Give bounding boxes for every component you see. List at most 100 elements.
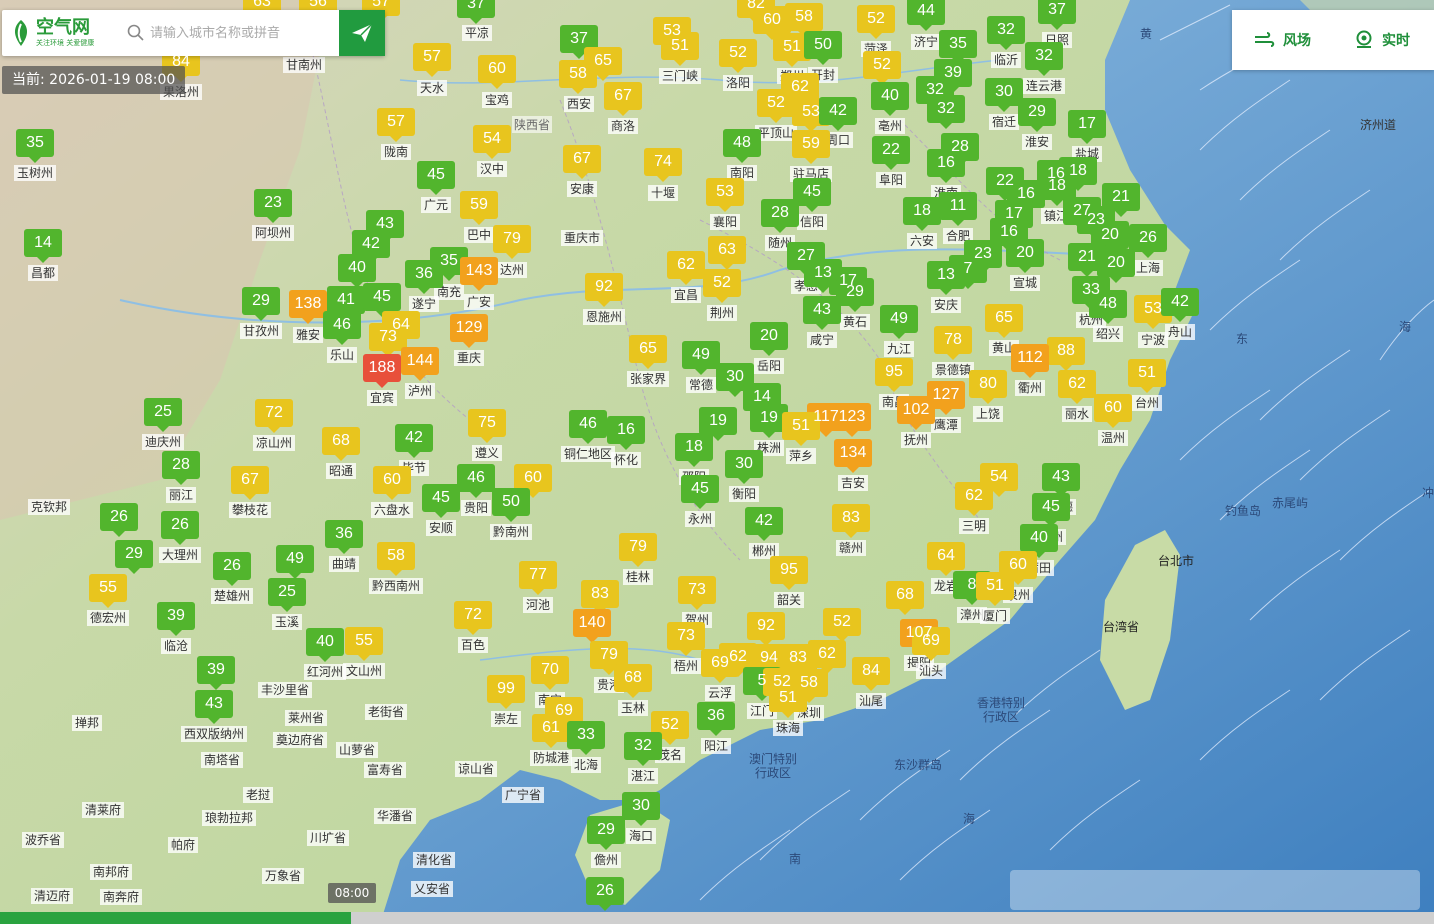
- aqi-marker[interactable]: 92: [585, 273, 623, 307]
- aqi-marker[interactable]: 40: [1020, 524, 1058, 558]
- city-search-input[interactable]: [146, 17, 332, 49]
- aqi-marker[interactable]: 23: [254, 189, 292, 223]
- aqi-marker[interactable]: 79: [493, 225, 531, 259]
- aqi-marker[interactable]: 57: [413, 43, 451, 77]
- aqi-marker[interactable]: 59: [460, 191, 498, 225]
- aqi-marker[interactable]: 32: [927, 95, 965, 129]
- aqi-marker[interactable]: 49: [880, 305, 918, 339]
- aqi-marker[interactable]: 68: [322, 427, 360, 461]
- aqi-marker[interactable]: 112: [1011, 344, 1049, 378]
- aqi-marker[interactable]: 62: [955, 482, 993, 516]
- aqi-marker[interactable]: 79: [619, 533, 657, 567]
- aqi-marker[interactable]: 144: [401, 347, 439, 381]
- aqi-marker[interactable]: 42: [745, 507, 783, 541]
- aqi-marker[interactable]: 65: [985, 304, 1023, 338]
- aqi-marker[interactable]: 123: [833, 403, 871, 437]
- aqi-marker[interactable]: 134: [834, 439, 872, 473]
- aqi-marker[interactable]: 45: [422, 484, 460, 518]
- aqi-marker[interactable]: 51: [976, 572, 1014, 606]
- aqi-marker[interactable]: 45: [363, 283, 401, 317]
- aqi-marker[interactable]: 42: [1161, 288, 1199, 322]
- aqi-marker[interactable]: 73: [667, 622, 705, 656]
- aqi-marker[interactable]: 77: [519, 561, 557, 595]
- aqi-marker[interactable]: 50: [804, 31, 842, 65]
- aqi-marker[interactable]: 52: [863, 51, 901, 85]
- aqi-marker[interactable]: 73: [678, 576, 716, 610]
- aqi-marker[interactable]: 75: [468, 409, 506, 443]
- aqi-marker[interactable]: 62: [667, 251, 705, 285]
- search-submit-button[interactable]: [339, 10, 385, 56]
- map-canvas[interactable]: 平凉甘南州天水宝鸡西安三门峡洛阳郑州开封菏泽济宁临沂日照连云港果洛州商洛平顶山周…: [0, 0, 1434, 924]
- aqi-marker[interactable]: 26: [100, 503, 138, 537]
- aqi-marker[interactable]: 49: [682, 341, 720, 375]
- aqi-marker[interactable]: 20: [1006, 239, 1044, 273]
- aqi-marker[interactable]: 92: [747, 612, 785, 646]
- aqi-marker[interactable]: 52: [757, 89, 795, 123]
- aqi-marker[interactable]: 102: [897, 396, 935, 430]
- aqi-marker[interactable]: 46: [457, 464, 495, 498]
- aqi-marker[interactable]: 45: [681, 475, 719, 509]
- aqi-marker[interactable]: 29: [587, 816, 625, 850]
- aqi-marker[interactable]: 129: [450, 314, 488, 348]
- aqi-marker[interactable]: 43: [195, 690, 233, 724]
- site-logo[interactable]: 空气网 关注环境 关爱健康: [2, 18, 120, 48]
- aqi-marker[interactable]: 52: [703, 269, 741, 303]
- aqi-marker[interactable]: 49: [276, 545, 314, 579]
- aqi-marker[interactable]: 78: [934, 326, 972, 360]
- aqi-marker[interactable]: 74: [644, 148, 682, 182]
- aqi-marker[interactable]: 72: [454, 601, 492, 635]
- aqi-marker[interactable]: 59: [792, 130, 830, 164]
- aqi-marker[interactable]: 20: [1097, 249, 1135, 283]
- aqi-marker[interactable]: 43: [803, 296, 841, 330]
- aqi-marker[interactable]: 84: [852, 657, 890, 691]
- aqi-marker[interactable]: 42: [819, 97, 857, 131]
- aqi-marker[interactable]: 67: [563, 145, 601, 179]
- aqi-marker[interactable]: 40: [871, 82, 909, 116]
- aqi-marker[interactable]: 99: [487, 675, 525, 709]
- aqi-marker[interactable]: 70: [531, 656, 569, 690]
- aqi-marker[interactable]: 65: [629, 335, 667, 369]
- aqi-marker[interactable]: 140: [573, 609, 611, 643]
- aqi-marker[interactable]: 60: [478, 55, 516, 89]
- aqi-marker[interactable]: 72: [255, 399, 293, 433]
- aqi-marker[interactable]: 83: [832, 504, 870, 538]
- aqi-marker[interactable]: 62: [808, 640, 846, 674]
- aqi-marker[interactable]: 25: [268, 578, 306, 612]
- aqi-marker[interactable]: 64: [927, 542, 965, 576]
- aqi-marker[interactable]: 37: [1038, 0, 1076, 30]
- wind-field-button[interactable]: 风场: [1232, 10, 1332, 70]
- aqi-marker[interactable]: 43: [1042, 463, 1080, 497]
- aqi-marker[interactable]: 95: [875, 358, 913, 392]
- aqi-marker[interactable]: 188: [363, 354, 401, 388]
- aqi-marker[interactable]: 32: [624, 732, 662, 766]
- aqi-marker[interactable]: 68: [886, 581, 924, 615]
- aqi-marker[interactable]: 26: [213, 552, 251, 586]
- aqi-marker[interactable]: 138: [289, 290, 327, 324]
- aqi-marker[interactable]: 68: [614, 664, 652, 698]
- aqi-marker[interactable]: 36: [697, 702, 735, 736]
- realtime-button[interactable]: 实时: [1332, 10, 1432, 70]
- aqi-marker[interactable]: 35: [16, 129, 54, 163]
- aqi-marker[interactable]: 26: [1129, 224, 1167, 258]
- aqi-marker[interactable]: 36: [325, 520, 363, 554]
- aqi-marker[interactable]: 29: [115, 540, 153, 574]
- aqi-marker[interactable]: 11: [939, 192, 977, 226]
- aqi-marker[interactable]: 80: [969, 370, 1007, 404]
- aqi-marker[interactable]: 58: [377, 542, 415, 576]
- aqi-marker[interactable]: 35: [939, 30, 977, 64]
- aqi-marker[interactable]: 65: [584, 47, 622, 81]
- aqi-marker[interactable]: 58: [785, 3, 823, 37]
- aqi-marker[interactable]: 20: [750, 322, 788, 356]
- aqi-marker[interactable]: 53: [706, 178, 744, 212]
- timeline-bar[interactable]: [0, 912, 1434, 924]
- timeline-time-label[interactable]: 08:00: [328, 883, 376, 903]
- aqi-marker[interactable]: 19: [699, 407, 737, 441]
- aqi-marker[interactable]: 44: [907, 0, 945, 31]
- aqi-marker[interactable]: 39: [157, 602, 195, 636]
- aqi-marker[interactable]: 40: [338, 254, 376, 288]
- aqi-marker[interactable]: 51: [1128, 359, 1166, 393]
- aqi-marker[interactable]: 29: [1018, 98, 1056, 132]
- aqi-marker[interactable]: 55: [345, 627, 383, 661]
- aqi-marker[interactable]: 26: [586, 877, 624, 911]
- aqi-marker[interactable]: 14: [24, 229, 62, 263]
